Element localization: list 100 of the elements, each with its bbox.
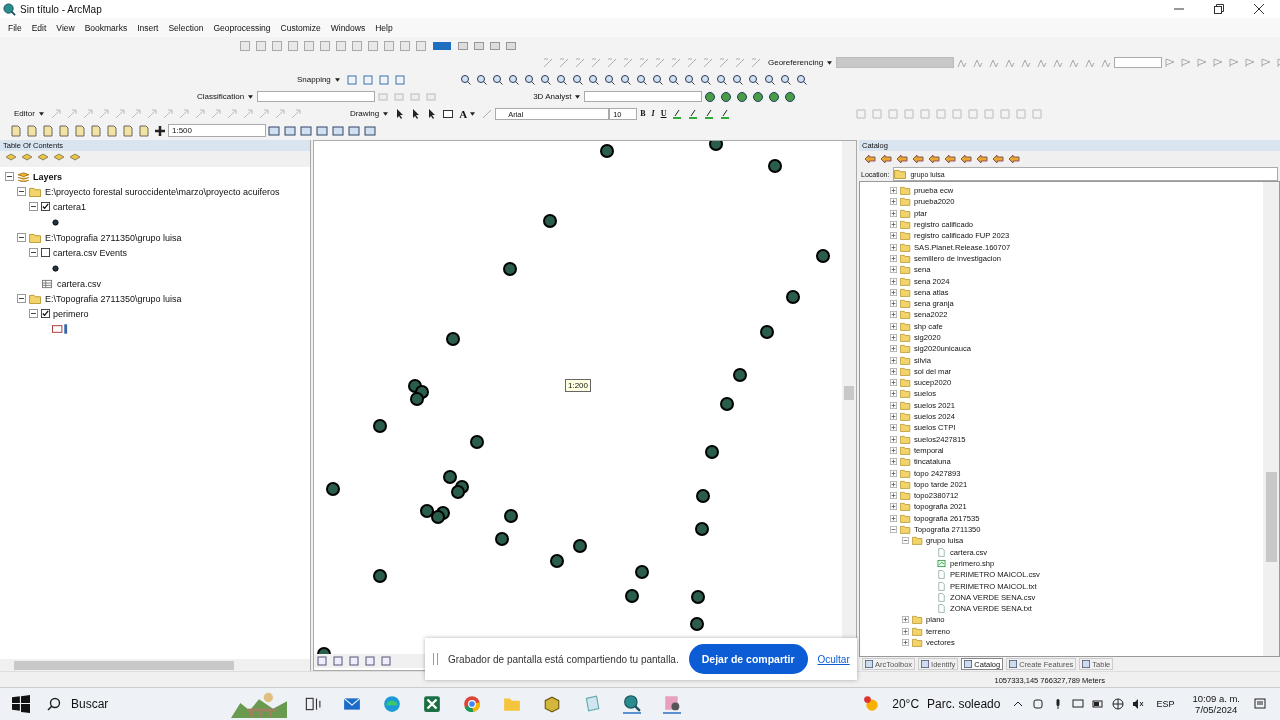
tool-icon[interactable] [715,73,728,86]
view-tool-icon[interactable] [380,655,392,667]
expand-toggle[interactable] [17,294,26,303]
toolbar-menu[interactable]: Drawing [345,109,384,118]
tool-icon[interactable] [699,73,712,86]
layer-name[interactable]: cartera.csv [57,278,101,289]
toolbar-menu[interactable]: 3D Analyst [529,92,576,101]
expand-toggle[interactable] [902,616,909,624]
expand-toggle[interactable] [890,424,897,432]
format-button[interactable]: U [657,109,670,118]
menu-item[interactable]: Windows [325,22,371,33]
view-tool-icon[interactable] [364,655,376,667]
language-indicator[interactable]: ESP [1156,699,1175,709]
expand-toggle[interactable] [890,514,897,522]
tool-icon[interactable] [779,73,792,86]
expand-toggle[interactable] [890,435,897,443]
expand-toggle[interactable] [890,390,897,398]
checkbox[interactable] [41,309,50,318]
tool-icon[interactable] [459,73,472,86]
tool-icon[interactable] [731,73,744,86]
expand-toggle[interactable] [890,198,897,206]
stop-sharing-button[interactable]: Dejar de compartir [688,644,808,674]
expand-toggle[interactable] [17,233,26,242]
windows-icon[interactable] [12,695,30,713]
menu-item[interactable]: Bookmarks [79,22,133,33]
expand-toggle[interactable] [890,266,897,274]
caret-icon[interactable] [383,111,389,116]
temperature[interactable]: 20°C [892,697,920,711]
monitor-icon[interactable] [1072,698,1085,710]
tool-icon[interactable] [667,73,680,86]
bridge-landscape-icon[interactable] [231,690,287,718]
menu-item[interactable]: Geoprocessing [208,22,276,33]
tool-icon[interactable] [555,73,568,86]
expand-toggle[interactable] [890,243,897,251]
caret-icon[interactable] [575,94,581,99]
notification-icon[interactable] [1254,698,1266,710]
spreadsheet-icon[interactable] [423,695,441,713]
expand-toggle[interactable] [29,309,38,318]
tool-icon[interactable] [747,73,760,86]
expand-toggle[interactable] [890,311,897,319]
expand-toggle[interactable] [890,492,897,500]
tool-icon[interactable] [683,73,696,86]
layer-name[interactable]: cartera.csv Events [53,247,128,258]
tool-icon[interactable] [784,90,797,103]
input-field[interactable] [1114,57,1163,68]
menu-item[interactable]: Edit [26,22,52,33]
menu-item[interactable]: View [51,22,80,33]
expand-toggle[interactable] [890,187,897,195]
hide-link[interactable]: Ocultar [817,653,850,665]
caret-icon[interactable] [827,60,833,65]
expand-toggle[interactable] [890,356,897,364]
tool-icon[interactable] [571,73,584,86]
expand-toggle[interactable] [890,334,897,341]
tool-icon[interactable] [507,73,520,86]
layer-name[interactable]: E:\Topografia 2711350\grupo luisa [45,232,182,243]
layer-name[interactable]: E:\proyecto forestal suroccidente\marzo\proyecto acuiferos [45,186,280,197]
tool-icon[interactable] [704,90,717,103]
search-field[interactable]: Buscar [41,688,231,720]
expand-toggle[interactable] [890,458,897,466]
view-tool-icon[interactable] [332,655,344,667]
globe-network-icon[interactable] [1112,698,1125,710]
expand-toggle[interactable] [17,187,26,196]
caret-icon[interactable] [38,111,44,116]
format-button[interactable]: I [648,109,658,118]
expand-toggle[interactable] [29,248,38,257]
expand-toggle[interactable] [890,232,897,240]
clock-date[interactable]: 7/05/2024 [1195,704,1238,715]
menu-item[interactable]: Insert [132,22,164,33]
font-color-button[interactable]: A [456,107,471,120]
checkbox[interactable] [41,202,50,211]
caret-icon[interactable] [248,94,254,99]
expand-toggle[interactable] [890,277,897,285]
expand-toggle[interactable] [890,300,897,308]
add-data-icon[interactable] [154,124,166,137]
expand-toggle[interactable] [890,413,897,421]
expand-toggle[interactable] [902,639,909,646]
expand-toggle[interactable] [890,469,897,477]
tool-icon[interactable] [763,73,776,86]
tool-icon[interactable] [768,90,781,103]
expand-toggle[interactable] [890,209,897,217]
color-swatch[interactable] [433,41,451,50]
color-tool-icon[interactable] [671,107,684,120]
layer-name[interactable]: perimero [53,308,89,319]
weather-text[interactable]: Parc. soleado [927,697,1001,711]
toolbar-menu[interactable]: Editor [10,109,39,118]
tool-icon[interactable] [587,73,600,86]
globe-icon[interactable] [623,694,641,714]
clock-time[interactable]: 10:09 a. m. [1192,693,1240,704]
tool-icon[interactable] [475,73,488,86]
color-tool-icon[interactable] [719,107,732,120]
expand-toggle[interactable] [5,172,14,181]
tool-icon[interactable] [635,73,648,86]
expand-toggle[interactable] [890,379,897,387]
color-tool-icon[interactable] [703,107,716,120]
battery-icon[interactable] [1092,698,1105,710]
tool-icon[interactable] [736,90,749,103]
caret-icon[interactable] [470,111,476,116]
expand-toggle[interactable] [890,367,897,375]
tool-icon[interactable] [491,73,504,86]
toolbar-menu[interactable]: Georeferencing [764,58,828,67]
